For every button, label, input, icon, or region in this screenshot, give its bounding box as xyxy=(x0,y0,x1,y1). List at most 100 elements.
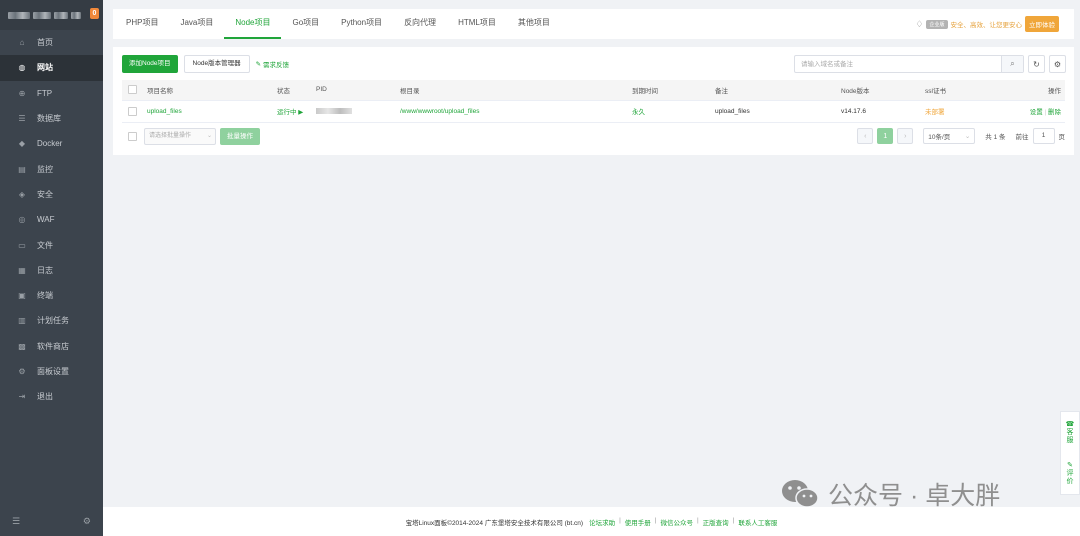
search-input[interactable] xyxy=(795,56,1001,72)
footer-link-0[interactable]: 论坛求助 xyxy=(589,517,615,527)
batch-operation-button[interactable]: 批量操作 xyxy=(220,128,260,145)
sidebar-item-label: 安全 xyxy=(37,189,53,199)
copyright-text: 宝塔Linux面板©2014-2024 广东堡塔安全技术有限公司 (bt.cn) xyxy=(405,519,584,527)
node-version-manager-button[interactable]: Node版本管理器 xyxy=(183,55,250,73)
log-icon: ▦ xyxy=(18,265,26,275)
sidebar-item-4[interactable]: ◆ Docker xyxy=(0,131,103,156)
tab-4[interactable]: Python项目 xyxy=(330,9,393,39)
sidebar-item-8[interactable]: ▭ 文件 xyxy=(0,232,103,257)
refresh-icon[interactable]: ↻ xyxy=(1028,55,1045,73)
floating-service-bar: ☎ 客服 ✎ 评价 xyxy=(1060,411,1080,495)
sidebar-item-13[interactable]: ⚙ 面板设置 xyxy=(0,359,103,384)
page-footer: 宝塔Linux面板©2014-2024 广东堡塔安全技术有限公司 (bt.cn)… xyxy=(103,507,1080,536)
try-now-button[interactable]: 立即体验 xyxy=(1025,16,1059,32)
tab-1[interactable]: Java项目 xyxy=(169,9,224,39)
select-all-checkbox[interactable] xyxy=(128,85,137,95)
tab-6[interactable]: HTML项目 xyxy=(447,9,507,39)
tab-5[interactable]: 反向代理 xyxy=(393,9,447,39)
tab-7[interactable]: 其他项目 xyxy=(507,9,561,39)
review-button[interactable]: ✎ 评价 xyxy=(1067,453,1074,494)
sidebar-item-label: 首页 xyxy=(37,38,53,48)
review-label: 评价 xyxy=(1066,469,1074,485)
sidebar-item-0[interactable]: ⌂ 首页 xyxy=(0,30,103,55)
sidebar-item-9[interactable]: ▦ 日志 xyxy=(0,258,103,283)
sidebar-item-label: 软件商店 xyxy=(37,341,69,351)
col-pid: PID xyxy=(316,80,400,101)
tab-0[interactable]: PHP项目 xyxy=(115,9,169,39)
status-running[interactable]: 运行中 ▶ xyxy=(277,100,316,123)
sidebar-item-7[interactable]: ◎ WAF xyxy=(0,207,103,232)
prev-page-icon[interactable]: ‹ xyxy=(857,128,874,144)
sidebar-item-label: 终端 xyxy=(37,291,53,301)
sidebar-item-5[interactable]: ▤ 监控 xyxy=(0,156,103,181)
feedback-link[interactable]: ✎ 需求反馈 xyxy=(256,59,289,69)
customer-service-label: 客服 xyxy=(1066,428,1074,444)
cron-icon: ▥ xyxy=(18,316,26,326)
footer-link-2[interactable]: 微信公众号 xyxy=(660,517,693,527)
footer-link-4[interactable]: 联系人工客服 xyxy=(738,517,777,527)
settings-icon: ⚙ xyxy=(18,367,26,376)
logout-icon: ⇥ xyxy=(18,392,26,402)
docker-icon: ◆ xyxy=(18,139,26,149)
next-page-icon[interactable]: › xyxy=(897,128,914,144)
sidebar-item-1[interactable]: ◍ 网站 xyxy=(0,55,103,81)
row-checkbox[interactable] xyxy=(128,106,137,116)
wechat-icon xyxy=(782,480,819,508)
monitor-icon: ▤ xyxy=(18,164,26,174)
table-header-row: 项目名称 状态 PID 根目录 到期时间 备注 Node版本 ssl证书 操作 xyxy=(122,80,1065,101)
feedback-label: 需求反馈 xyxy=(263,62,290,69)
sidebar-item-label: 计划任务 xyxy=(37,316,69,326)
col-node-version: Node版本 xyxy=(841,80,925,101)
sidebar-item-14[interactable]: ⇥ 退出 xyxy=(0,384,103,409)
sidebar-item-6[interactable]: ◈ 安全 xyxy=(0,182,103,207)
globe-icon: ◍ xyxy=(18,63,26,73)
home-icon: ⌂ xyxy=(19,38,25,48)
page-size-select[interactable]: 10条/页 ⌄ xyxy=(923,128,976,144)
col-remark: 备注 xyxy=(715,80,841,101)
chevron-down-icon: ⌄ xyxy=(206,133,212,139)
root-dir-link[interactable]: /www/wwwroot/upload_files xyxy=(400,100,632,123)
total-count: 共 1 条 xyxy=(985,134,1006,141)
project-name-link[interactable]: upload_files xyxy=(147,100,277,123)
ssl-status[interactable]: 未部署 xyxy=(925,100,1020,123)
diamond-icon: ♢ xyxy=(915,18,924,29)
sidebar-item-label: Docker xyxy=(37,139,63,149)
search-box: ⌕ xyxy=(794,55,1024,73)
sidebar-item-12[interactable]: ▩ 软件商店 xyxy=(0,334,103,359)
goto-page-input[interactable]: 1 xyxy=(1032,128,1055,144)
tab-3[interactable]: Go项目 xyxy=(281,9,330,39)
sidebar-item-10[interactable]: ▣ 终端 xyxy=(0,283,103,308)
sidebar-item-3[interactable]: ☰ 数据库 xyxy=(0,106,103,131)
sidebar-settings-icon[interactable]: ⚙ xyxy=(83,516,91,527)
server-name-blurred xyxy=(8,11,81,19)
project-table: 项目名称 状态 PID 根目录 到期时间 备注 Node版本 ssl证书 操作 … xyxy=(122,80,1065,123)
current-page[interactable]: 1 xyxy=(877,128,894,144)
search-icon[interactable]: ⌕ xyxy=(1001,56,1023,72)
sidebar-item-label: WAF xyxy=(37,215,55,225)
remark-value[interactable]: upload_files xyxy=(715,100,841,123)
collapse-menu-icon[interactable]: ☰ xyxy=(12,516,20,527)
node-version-value: v14.17.6 xyxy=(841,100,925,123)
gear-icon[interactable]: ⚙ xyxy=(1049,55,1066,73)
delete-link[interactable]: 删除 xyxy=(1048,109,1061,116)
sidebar-item-11[interactable]: ▥ 计划任务 xyxy=(0,308,103,333)
tab-2[interactable]: Node项目 xyxy=(224,9,282,39)
sidebar-header: 0 xyxy=(0,0,103,30)
col-actions: 操作 xyxy=(1020,80,1065,101)
customer-service-button[interactable]: ☎ 客服 xyxy=(1066,412,1075,453)
batch-operation-select[interactable]: 请选择批量操作 ⌄ xyxy=(144,128,216,145)
notification-badge[interactable]: 0 xyxy=(90,8,99,19)
sidebar-item-2[interactable]: ⊕ FTP xyxy=(0,81,103,106)
sidebar-footer: ☰ ⚙ xyxy=(0,506,103,536)
footer-link-1[interactable]: 使用手册 xyxy=(625,517,651,527)
footer-separator: | xyxy=(732,516,735,524)
expire-value[interactable]: 永久 xyxy=(632,100,715,123)
settings-link[interactable]: 设置 xyxy=(1030,109,1043,116)
footer-link-3[interactable]: 正版查询 xyxy=(703,517,729,527)
batch-select-all-checkbox[interactable] xyxy=(128,132,137,141)
table-row: upload_files 运行中 ▶ /www/wwwroot/upload_f… xyxy=(122,100,1065,123)
main-content: PHP项目 Java项目 Node项目 Go项目 Python项目 反向代理 HTML项目其… xyxy=(103,0,1080,536)
add-node-project-button[interactable]: 添加Node项目 xyxy=(122,55,178,73)
sidebar-item-label: 网站 xyxy=(37,63,53,73)
col-name: 项目名称 xyxy=(147,80,277,101)
